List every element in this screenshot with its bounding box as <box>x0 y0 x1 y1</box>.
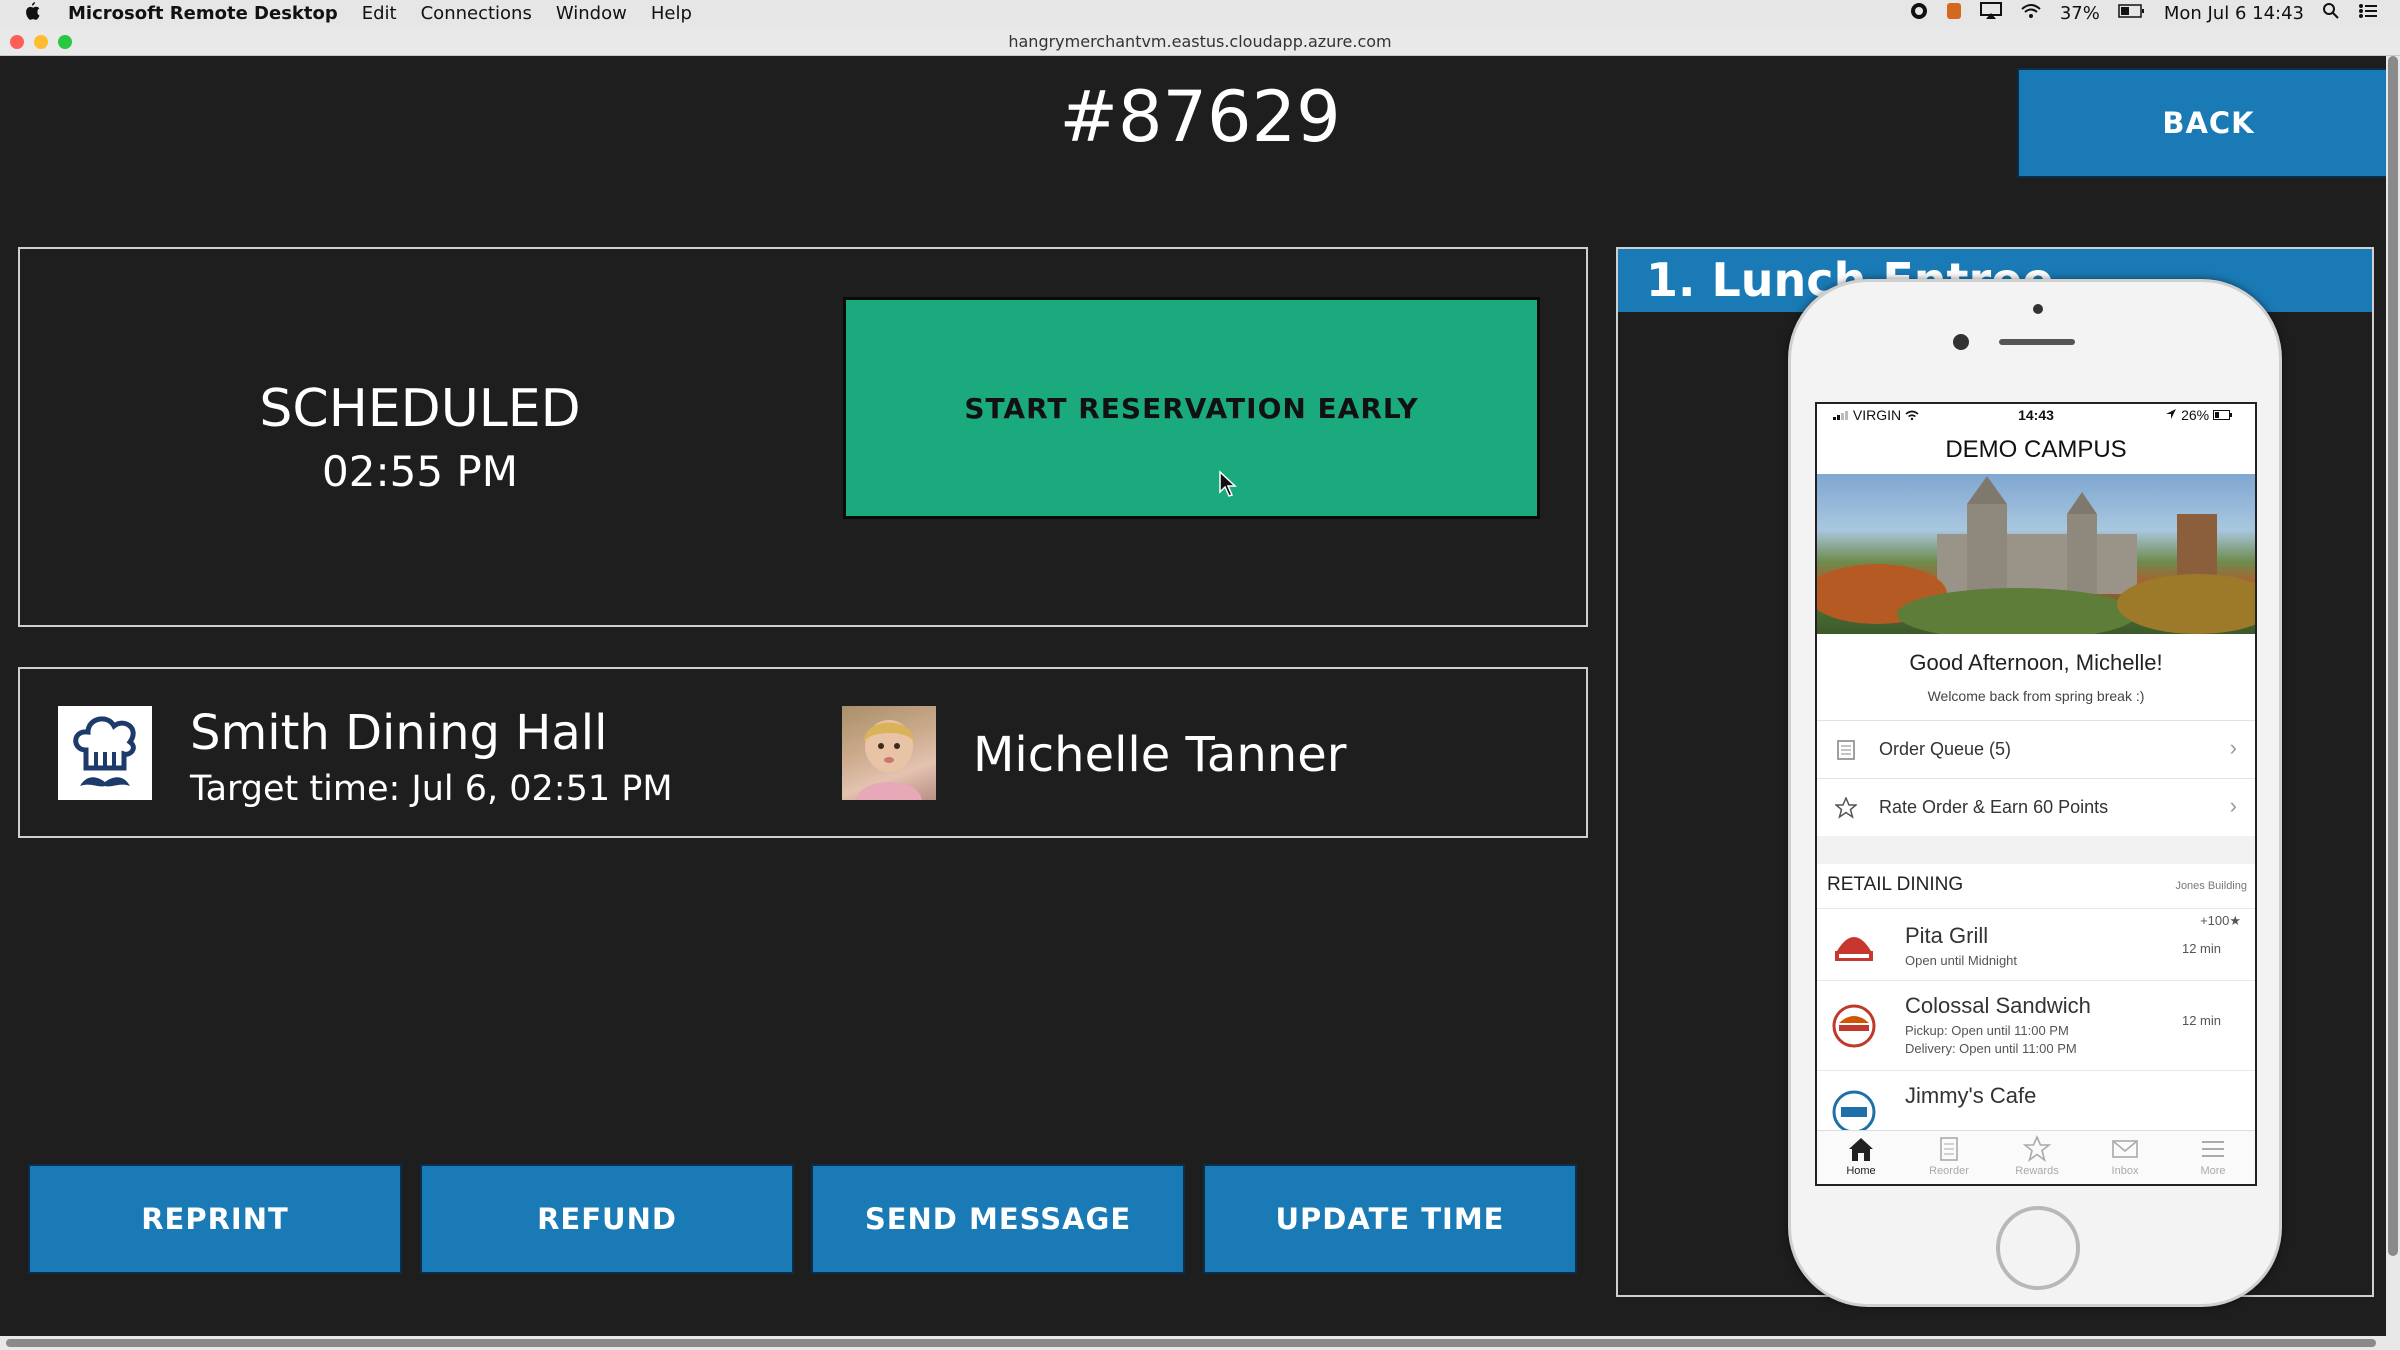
tab-home[interactable]: Home <box>1817 1135 1905 1177</box>
home-icon <box>1849 1138 1873 1161</box>
apple-icon[interactable] <box>24 2 54 25</box>
phone-battery-percent: 26% <box>2181 407 2210 423</box>
order-status: SCHEDULED <box>259 379 581 439</box>
menu-connections[interactable]: Connections <box>421 3 532 24</box>
horizontal-scrollbar-thumb[interactable] <box>6 1339 2376 1347</box>
phone-battery-icon <box>2213 410 2232 420</box>
customer-avatar <box>842 706 936 800</box>
send-message-button[interactable]: SEND MESSAGE <box>811 1164 1185 1274</box>
reprint-button[interactable]: REPRINT <box>28 1164 402 1274</box>
wait-time: 12 min <box>2181 1013 2221 1028</box>
vertical-scrollbar-thumb[interactable] <box>2388 56 2398 1256</box>
receipt-icon <box>1837 740 1855 760</box>
tab-more-label: More <box>2200 1165 2226 1177</box>
zoom-window-button[interactable] <box>58 35 72 49</box>
airplay-icon[interactable] <box>1979 2 2002 25</box>
tab-reorder-label: Reorder <box>1929 1165 1969 1177</box>
start-reservation-early-label: START RESERVATION EARLY <box>964 391 1419 425</box>
restaurant-name: Pita Grill <box>1905 923 1989 948</box>
scheduled-time: 02:55 PM <box>322 447 518 496</box>
phone-battery: 26% <box>2165 407 2233 423</box>
restaurant-item-pita-grill[interactable]: Pita Grill Open until Midnight +100★ 12 … <box>1817 908 2255 980</box>
menubar: Microsoft Remote Desktop Edit Connection… <box>0 0 2400 27</box>
order-number: #87629 <box>1059 76 1341 158</box>
window-titlebar: hangrymerchantvm.eastus.cloudapp.azure.c… <box>0 27 2400 56</box>
dining-location: Smith Dining Hall <box>190 705 608 761</box>
tab-rewards-label: Rewards <box>2015 1165 2059 1177</box>
star-icon <box>2022 1135 2052 1162</box>
spotlight-search-icon[interactable] <box>2322 2 2340 25</box>
reorder-icon <box>1940 1137 1958 1161</box>
rate-order-label: Rate Order & Earn 60 Points <box>1879 797 2109 817</box>
window-title: hangrymerchantvm.eastus.cloudapp.azure.c… <box>1008 32 1392 51</box>
wait-time: 12 min <box>2181 941 2221 956</box>
order-info-panel: Smith Dining Hall Target time: Jul 6, 02… <box>18 667 1588 838</box>
menu-help[interactable]: Help <box>651 3 692 24</box>
campus-photo <box>1817 474 2255 634</box>
greeting-text: Good Afternoon, Michelle! <box>1909 650 2163 675</box>
rate-order-row[interactable]: Rate Order & Earn 60 Points › <box>1817 778 2255 836</box>
restaurant-item-jimmys-cafe[interactable]: Jimmy's Cafe <box>1817 1070 2255 1137</box>
chevron-right-icon: › <box>2229 735 2237 760</box>
phone-speaker <box>1999 339 2075 345</box>
campus-title: DEMO CAMPUS <box>1945 436 2127 463</box>
target-time: Target time: Jul 6, 02:51 PM <box>190 769 673 809</box>
welcome-text: Welcome back from spring break :) <box>1927 688 2145 704</box>
clock[interactable]: Mon Jul 6 14:43 <box>2164 3 2304 24</box>
location-arrow-icon <box>2166 409 2177 419</box>
chef-hat-logo-icon <box>58 706 152 800</box>
tab-rewards[interactable]: Rewards <box>1993 1135 2081 1177</box>
status-menus: 37% Mon Jul 6 14:43 <box>1910 2 2378 25</box>
retail-location[interactable]: Jones Building <box>2175 880 2247 892</box>
section-divider <box>1817 836 2255 864</box>
wifi-icon[interactable] <box>2020 2 2042 25</box>
pickup-hours: Pickup: Open until 11:00 PM <box>1905 1023 2069 1038</box>
restaurant-hours: Open until Midnight <box>1905 953 2018 968</box>
minimize-window-button[interactable] <box>34 35 48 49</box>
ios-status-bar: VIRGIN 14:43 26% <box>1817 404 2255 426</box>
battery-icon[interactable] <box>2118 3 2146 24</box>
restaurant-name: Jimmy's Cafe <box>1905 1083 2037 1108</box>
back-button[interactable]: BACK <box>2017 68 2400 178</box>
status-panel: SCHEDULED 02:55 PM START RESERVATION EAR… <box>18 247 1588 627</box>
tab-home-label: Home <box>1846 1165 1876 1177</box>
record-icon[interactable] <box>1910 2 1928 25</box>
customer-name: Michelle Tanner <box>973 727 1347 783</box>
chevron-right-icon: › <box>2229 793 2237 818</box>
phone-tab-bar: Home Reorder Rewards Inbox More <box>1817 1130 2255 1184</box>
points-badge: +100★ <box>2200 913 2241 928</box>
menu-edit[interactable]: Edit <box>362 3 397 24</box>
restaurant-name: Colossal Sandwich <box>1905 993 2091 1018</box>
notification-center-icon[interactable] <box>2358 3 2378 24</box>
phone-mockup: VIRGIN 14:43 26% DEMO CAMPUS Good Aftern… <box>1788 279 2282 1307</box>
close-window-button[interactable] <box>10 35 24 49</box>
restaurant-item-colossal-sandwich[interactable]: Colossal Sandwich Pickup: Open until 11:… <box>1817 980 2255 1070</box>
delivery-hours: Delivery: Open until 11:00 PM <box>1905 1041 2077 1056</box>
battery-percent: 37% <box>2059 3 2100 24</box>
app-status-icon[interactable] <box>1946 2 1962 25</box>
phone-home-button[interactable] <box>1996 1206 2080 1290</box>
mouse-cursor-icon <box>1219 470 1237 497</box>
star-outline-icon <box>1835 797 1857 819</box>
order-queue-row[interactable]: Order Queue (5) › <box>1817 720 2255 778</box>
pita-grill-logo <box>1829 921 1879 971</box>
tab-more[interactable]: More <box>2169 1135 2255 1177</box>
envelope-icon <box>2112 1140 2138 1158</box>
tab-inbox-label: Inbox <box>2111 1165 2139 1177</box>
menu-window[interactable]: Window <box>556 3 627 24</box>
tab-reorder[interactable]: Reorder <box>1905 1135 1993 1177</box>
phone-sensor <box>2033 304 2043 314</box>
colossal-sandwich-logo <box>1829 1001 1879 1051</box>
order-queue-label: Order Queue (5) <box>1879 739 2012 759</box>
hamburger-menu-icon <box>2202 1141 2224 1157</box>
phone-screen: VIRGIN 14:43 26% DEMO CAMPUS Good Aftern… <box>1815 402 2257 1186</box>
refund-button[interactable]: REFUND <box>420 1164 794 1274</box>
start-reservation-early-button[interactable]: START RESERVATION EARLY <box>843 297 1540 519</box>
tab-inbox[interactable]: Inbox <box>2081 1135 2169 1177</box>
update-time-button[interactable]: UPDATE TIME <box>1203 1164 1577 1274</box>
app-name-menu[interactable]: Microsoft Remote Desktop <box>68 3 338 24</box>
phone-camera <box>1953 334 1969 350</box>
retail-dining-header: RETAIL DINING <box>1827 874 1964 895</box>
